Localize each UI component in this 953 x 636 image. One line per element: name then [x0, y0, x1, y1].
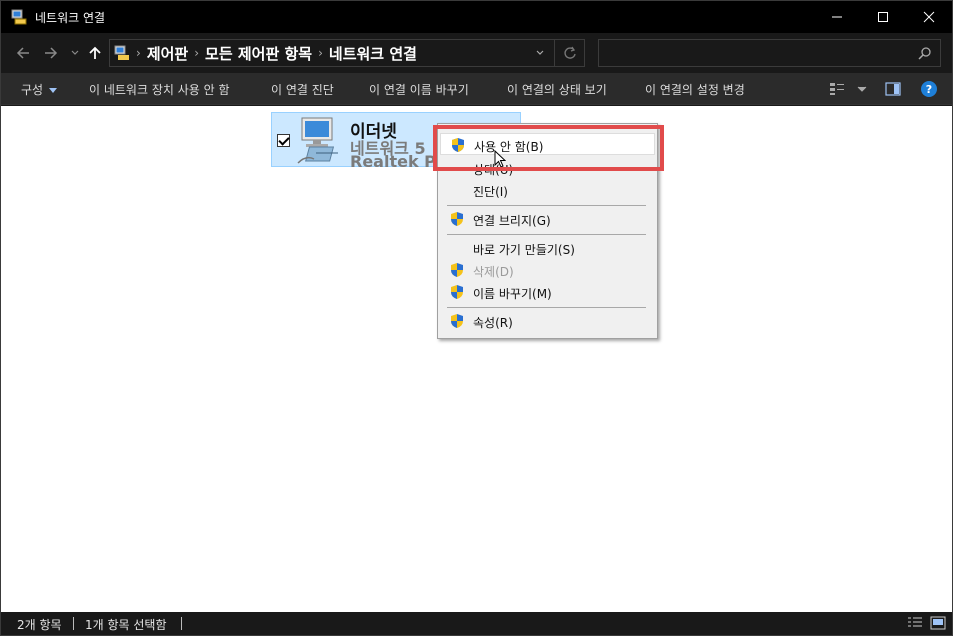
- network-adapter-icon: [296, 115, 346, 168]
- breadcrumb-all-items[interactable]: 모든 제어판 항목: [205, 43, 312, 64]
- minimize-button[interactable]: [814, 1, 860, 33]
- breadcrumb-separator-icon[interactable]: ›: [194, 46, 199, 60]
- breadcrumb-control-panel[interactable]: 제어판: [147, 43, 188, 64]
- chevron-down-icon: [71, 50, 79, 55]
- large-icons-view-icon: [930, 616, 946, 630]
- menu-separator: [447, 234, 646, 235]
- rename-button[interactable]: 이 연결 이름 바꾸기: [369, 81, 469, 98]
- menu-item-properties[interactable]: 속성(R): [440, 310, 655, 332]
- network-connections-icon: [11, 9, 27, 25]
- address-bar[interactable]: › 제어판 › 모든 제어판 항목 › 네트워크 연결: [109, 39, 585, 67]
- diagnose-button[interactable]: 이 연결 진단: [271, 81, 334, 98]
- recent-locations-button[interactable]: [65, 43, 85, 63]
- preview-pane-button[interactable]: [885, 82, 901, 99]
- menu-item-create-shortcut[interactable]: 바로 가기 만들기(S): [440, 237, 655, 259]
- menu-item-label: 이름 바꾸기(M): [473, 287, 552, 301]
- forward-button[interactable]: [41, 43, 61, 63]
- address-dropdown-button[interactable]: [526, 48, 554, 58]
- back-arrow-icon: [16, 47, 29, 59]
- view-status-button[interactable]: 이 연결의 상태 보기: [507, 81, 607, 98]
- status-divider: [181, 617, 182, 630]
- menu-item-rename[interactable]: 이름 바꾸기(M): [440, 281, 655, 303]
- window-controls: [814, 1, 952, 33]
- details-view-button[interactable]: [907, 616, 923, 633]
- menu-item-bridge[interactable]: 연결 브리지(G): [440, 208, 655, 230]
- shield-icon: [449, 313, 465, 329]
- search-input[interactable]: [603, 43, 903, 63]
- help-icon: ?: [921, 81, 937, 97]
- control-panel-icon: [114, 45, 130, 61]
- menu-item-label: 삭제(D): [473, 265, 514, 279]
- change-settings-button[interactable]: 이 연결의 설정 변경: [645, 81, 745, 98]
- menu-separator: [447, 205, 646, 206]
- item-checkbox[interactable]: [277, 134, 290, 147]
- forward-arrow-icon: [45, 47, 58, 59]
- shield-icon: [449, 211, 465, 227]
- address-actions: [526, 40, 584, 66]
- search-icon: [918, 46, 932, 63]
- menu-item-label: 진단(I): [473, 185, 508, 199]
- item-count: 2개 항목: [17, 618, 62, 632]
- up-arrow-icon: [89, 46, 101, 59]
- dropdown-caret-icon: [49, 88, 58, 93]
- menu-item-label: 바로 가기 만들기(S): [473, 243, 575, 257]
- selected-count: 1개 항목 선택함: [85, 618, 167, 632]
- menu-item-label: 속성(R): [473, 316, 513, 330]
- title-bar: 네트워크 연결: [1, 1, 952, 33]
- breadcrumb: › 제어판 › 모든 제어판 항목 › 네트워크 연결: [110, 40, 421, 66]
- help-button[interactable]: ?: [920, 80, 938, 101]
- close-icon: [923, 11, 935, 23]
- breadcrumb-separator-icon: ›: [136, 46, 141, 60]
- command-bar: 구성 이 네트워크 장치 사용 안 함 이 연결 진단 이 연결 이름 바꾸기 …: [1, 73, 952, 105]
- chevron-down-icon: [536, 50, 544, 55]
- organize-label: 구성: [21, 83, 44, 97]
- back-button[interactable]: [13, 43, 33, 63]
- chevron-down-icon: [857, 86, 867, 92]
- search-box[interactable]: [598, 39, 941, 67]
- large-icons-view-button[interactable]: [930, 616, 946, 633]
- up-button[interactable]: [85, 43, 105, 63]
- status-bar: 2개 항목 1개 항목 선택함: [1, 612, 952, 635]
- maximize-icon: [878, 12, 888, 22]
- menu-item-delete: 삭제(D): [440, 259, 655, 281]
- minimize-icon: [832, 16, 842, 18]
- close-button[interactable]: [906, 1, 952, 33]
- network-connections-window: 네트워크 연결 › 제어판 › 모든 제어판 항목 › 네트워크 연결 구성 이…: [0, 0, 953, 636]
- view-details-icon: [830, 83, 844, 95]
- menu-separator: [447, 307, 646, 308]
- refresh-icon: [563, 46, 576, 59]
- menu-item-label: 연결 브리지(G): [473, 214, 551, 228]
- refresh-button[interactable]: [554, 40, 584, 66]
- shield-icon: [449, 262, 465, 278]
- preview-pane-icon: [885, 82, 901, 96]
- disable-device-button[interactable]: 이 네트워크 장치 사용 안 함: [89, 81, 230, 98]
- window-title: 네트워크 연결: [35, 10, 106, 25]
- status-divider: [73, 617, 74, 630]
- details-view-icon: [908, 617, 922, 627]
- change-view-button[interactable]: [829, 82, 867, 96]
- organize-menu-button[interactable]: 구성: [21, 81, 58, 98]
- breadcrumb-separator-icon[interactable]: ›: [318, 46, 323, 60]
- menu-item-diagnose[interactable]: 진단(I): [440, 179, 655, 201]
- highlight-annotation-box: [433, 125, 664, 171]
- svg-text:?: ?: [926, 83, 932, 96]
- breadcrumb-network-connections[interactable]: 네트워크 연결: [329, 43, 417, 64]
- maximize-button[interactable]: [860, 1, 906, 33]
- shield-icon: [449, 284, 465, 300]
